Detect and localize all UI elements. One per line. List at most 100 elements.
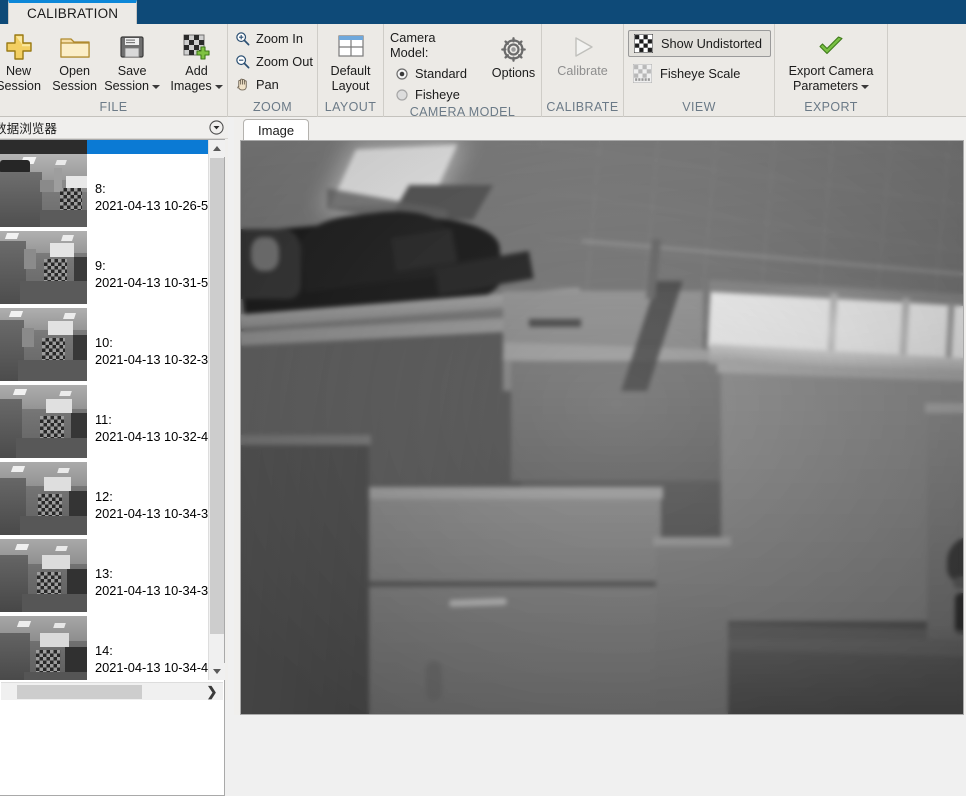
list-item-thumbnail	[0, 616, 87, 680]
data-browser-header: 数据浏览器	[0, 117, 228, 139]
list-item-text: 9: 2021-04-13 10-31-56	[87, 231, 208, 291]
list-item-text: 12: 2021-04-13 10-34-31	[87, 462, 208, 522]
zoom-in-label: Zoom In	[256, 31, 303, 46]
zoom-out-label: Zoom Out	[256, 54, 313, 69]
tab-image[interactable]: Image	[243, 119, 310, 141]
new-session-label-2: Session	[0, 79, 41, 93]
chevron-down-icon[interactable]	[152, 84, 161, 89]
list-item[interactable]: 12: 2021-04-13 10-34-31	[0, 462, 208, 539]
fisheye-scale-toggle[interactable]: Fisheye Scale	[628, 60, 748, 87]
calibration-image	[241, 141, 963, 714]
open-session-label-2: Session	[52, 79, 98, 93]
pan-button[interactable]: Pan	[231, 73, 286, 96]
list-item-thumbnail	[0, 462, 87, 535]
export-label-1: Export Camera	[788, 64, 874, 78]
list-horizontal-scrollbar[interactable]: ❯	[1, 682, 223, 700]
chevron-down-circle-icon[interactable]	[209, 120, 224, 135]
list-item-index: 9:	[95, 258, 106, 273]
zoom-in-button[interactable]: Zoom In	[231, 27, 310, 50]
list-item[interactable]: 13: 2021-04-13 10-34-37	[0, 539, 208, 616]
ribbon-group-layout: Default Layout LAYOUT	[318, 24, 384, 117]
calibrate-label: Calibrate	[557, 64, 608, 78]
list-item-name: 2021-04-13 10-26-55	[95, 198, 208, 213]
gear-icon	[500, 32, 527, 66]
radio-fisheye[interactable]: Fisheye	[390, 84, 476, 105]
radio-standard[interactable]: Standard	[390, 63, 476, 84]
radio-selected-icon	[396, 67, 408, 80]
add-images-button[interactable]: Add Images	[166, 28, 227, 100]
default-layout-label-1: Default	[330, 64, 371, 78]
ribbon-group-export-title: EXPORT	[804, 100, 858, 114]
image-list[interactable]: 8: 2021-04-13 10-26-55 9: 2021-04-13 10-…	[0, 140, 208, 680]
show-undistorted-toggle[interactable]: Show Undistorted	[628, 30, 772, 57]
list-vertical-scrollbar[interactable]	[208, 140, 225, 680]
list-item-index: 10:	[95, 335, 113, 350]
list-item-thumbnail	[0, 385, 87, 458]
default-layout-button[interactable]: Default Layout	[320, 28, 381, 100]
play-triangle-icon	[567, 30, 599, 64]
scroll-up-button[interactable]	[209, 140, 225, 157]
list-item[interactable]: 14: 2021-04-13 10-34-46	[0, 616, 208, 680]
new-session-label-1: New	[5, 64, 32, 78]
data-browser-list-container: 8: 2021-04-13 10-26-55 9: 2021-04-13 10-…	[0, 139, 225, 796]
ribbon-group-export: Export Camera Parameters EXPORT	[775, 24, 888, 117]
list-item-text: 14: 2021-04-13 10-34-46	[87, 616, 208, 676]
scroll-down-button[interactable]	[209, 663, 225, 680]
add-images-icon	[182, 30, 212, 64]
horizontal-scroll-thumb[interactable]	[17, 685, 142, 699]
vertical-scroll-thumb[interactable]	[210, 158, 224, 634]
list-item-thumbnail	[0, 231, 87, 304]
list-item-name: 2021-04-13 10-34-46	[95, 660, 208, 675]
zoom-in-icon	[235, 31, 250, 46]
document-panel: Image	[234, 117, 966, 715]
layout-grid-icon	[336, 30, 366, 64]
options-button[interactable]: Options	[486, 30, 541, 102]
image-viewer[interactable]	[240, 140, 964, 715]
tab-calibration[interactable]: CALIBRATION	[8, 0, 138, 24]
radio-standard-label: Standard	[415, 66, 467, 81]
open-session-label-1: Open	[59, 64, 91, 78]
list-item-text: 13: 2021-04-13 10-34-37	[87, 539, 208, 599]
calibrate-button[interactable]: Calibrate	[545, 28, 621, 100]
data-browser-panel: 数据浏览器 8: 2021-04-13 10-26-55 9: 2021-04-…	[0, 117, 228, 796]
ribbon-group-layout-title: LAYOUT	[324, 100, 377, 114]
ribbon-group-zoom: Zoom In Zoom Out Pan ZOOM	[228, 24, 318, 117]
save-session-button[interactable]: Save Session	[104, 28, 161, 100]
list-item-text: 8: 2021-04-13 10-26-55	[87, 154, 208, 214]
scroll-down-arrow	[213, 669, 221, 674]
chevron-down-icon[interactable]	[861, 84, 870, 89]
list-item-thumbnail	[0, 154, 87, 227]
add-images-label-1: Add	[185, 64, 208, 78]
radio-fisheye-label: Fisheye	[415, 87, 460, 102]
list-item[interactable]: 9: 2021-04-13 10-31-56	[0, 231, 208, 308]
list-item-index: 14:	[95, 643, 113, 658]
options-label: Options	[491, 66, 536, 80]
list-item[interactable]: 10: 2021-04-13 10-32-30	[0, 308, 208, 385]
list-item[interactable]: 8: 2021-04-13 10-26-55	[0, 154, 208, 231]
add-images-label-2-row: Images	[170, 79, 223, 94]
ribbon-group-zoom-title: ZOOM	[252, 100, 293, 114]
open-session-button[interactable]: Open Session	[48, 28, 101, 100]
list-item-text: 10: 2021-04-13 10-32-30	[87, 308, 208, 368]
export-camera-parameters-button[interactable]: Export Camera Parameters	[776, 28, 886, 100]
fisheye-scale-icon	[633, 64, 652, 83]
list-item-thumbnail	[0, 308, 87, 381]
default-layout-label-2: Layout	[331, 79, 370, 93]
ribbon-group-file-title: FILE	[99, 100, 128, 114]
list-item-text: 11: 2021-04-13 10-32-41	[87, 385, 208, 445]
list-item-index: 12:	[95, 489, 113, 504]
green-check-icon	[816, 30, 846, 64]
chevron-down-icon[interactable]	[214, 84, 223, 89]
pan-hand-icon	[235, 77, 250, 92]
zoom-out-button[interactable]: Zoom Out	[231, 50, 320, 73]
ribbon-toolbar: New Session Open Session Save Session Ad…	[0, 24, 966, 119]
new-session-button[interactable]: New Session	[0, 28, 45, 100]
ribbon-filler	[888, 24, 966, 117]
scroll-right-arrow[interactable]: ❯	[203, 683, 221, 701]
add-images-label-2: Images	[170, 79, 212, 93]
document-tab-row: Image	[234, 119, 310, 141]
list-item-thumbnail	[0, 539, 87, 612]
zoom-out-icon	[235, 54, 250, 69]
list-item[interactable]: 11: 2021-04-13 10-32-41	[0, 385, 208, 462]
ribbon-group-view-title: VIEW	[682, 100, 716, 114]
